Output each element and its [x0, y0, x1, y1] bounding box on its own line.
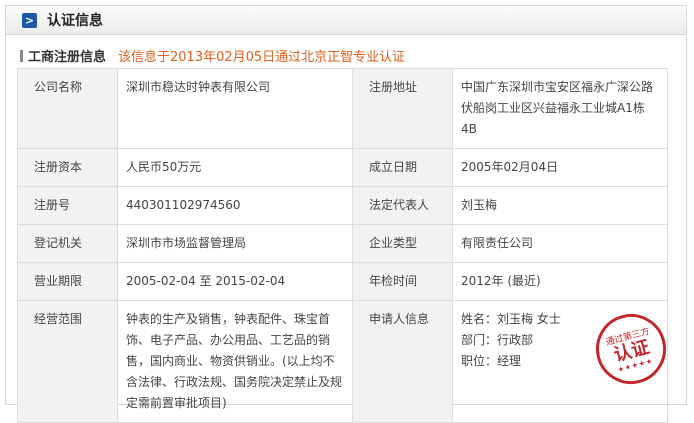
field-label: 注册资本: [17, 148, 118, 187]
field-label: 登记机关: [17, 224, 118, 263]
field-value: 人民币50万元: [117, 148, 353, 187]
chevron-right-icon: >: [22, 12, 37, 28]
field-label: 经营范围: [17, 300, 118, 423]
field-value: 440301102974560: [117, 186, 353, 225]
field-label: 注册地址: [352, 68, 453, 149]
field-label: 企业类型: [352, 224, 453, 263]
panel-header: > 认证信息: [6, 6, 686, 35]
table-row: 注册资本 人民币50万元 成立日期 2005年02月04日: [17, 148, 668, 187]
field-label: 成立日期: [352, 148, 453, 187]
field-value: 2005年02月04日: [452, 148, 668, 187]
field-label: 公司名称: [17, 68, 118, 149]
table-row: 注册号 440301102974560 法定代表人 刘玉梅: [17, 186, 668, 225]
business-scope: 钟表的生产及销售，钟表配件、珠宝首饰、电子产品、办公用品、工艺品的销售，国内商业…: [117, 300, 353, 423]
section-bar: [20, 49, 23, 62]
table-row: 登记机关 深圳市市场监督管理局 企业类型 有限责任公司: [17, 224, 668, 263]
field-value: 中国广东深圳市宝安区福永广深公路伏船岗工业区兴益福永工业城A1栋4B: [452, 68, 668, 149]
field-label: 年检时间: [352, 262, 453, 301]
table-row: 公司名称 深圳市稳达时钟表有限公司 注册地址 中国广东深圳市宝安区福永广深公路伏船岗工…: [17, 68, 668, 149]
table-row: 营业期限 2005-02-04 至 2015-02-04 年检时间 2012年 (最近…: [17, 262, 668, 301]
field-label: 申请人信息: [352, 300, 453, 423]
field-value: 有限责任公司: [452, 224, 668, 263]
field-label: 营业期限: [17, 262, 118, 301]
certification-note: 该信息于2013年02月05日通过北京正智专业认证: [118, 50, 406, 65]
table-row: 经营范围 钟表的生产及销售，钟表配件、珠宝首饰、电子产品、办公用品、工艺品的销售…: [17, 300, 668, 423]
registration-table: 公司名称 深圳市稳达时钟表有限公司 注册地址 中国广东深圳市宝安区福永广深公路伏船岗工…: [17, 68, 668, 423]
field-label: 注册号: [17, 186, 118, 225]
field-value: 刘玉梅: [452, 186, 668, 225]
field-label: 法定代表人: [352, 186, 453, 225]
field-value: 深圳市市场监督管理局: [117, 224, 353, 263]
section-title: 工商注册信息: [28, 50, 107, 65]
field-value: 2005-02-04 至 2015-02-04: [117, 262, 353, 301]
field-value: 2012年 (最近): [452, 262, 668, 301]
section-header: 工商注册信息 该信息于2013年02月05日通过北京正智专业认证: [20, 46, 405, 65]
panel-title: 认证信息: [47, 13, 103, 29]
field-value: 深圳市稳达时钟表有限公司: [117, 68, 353, 149]
